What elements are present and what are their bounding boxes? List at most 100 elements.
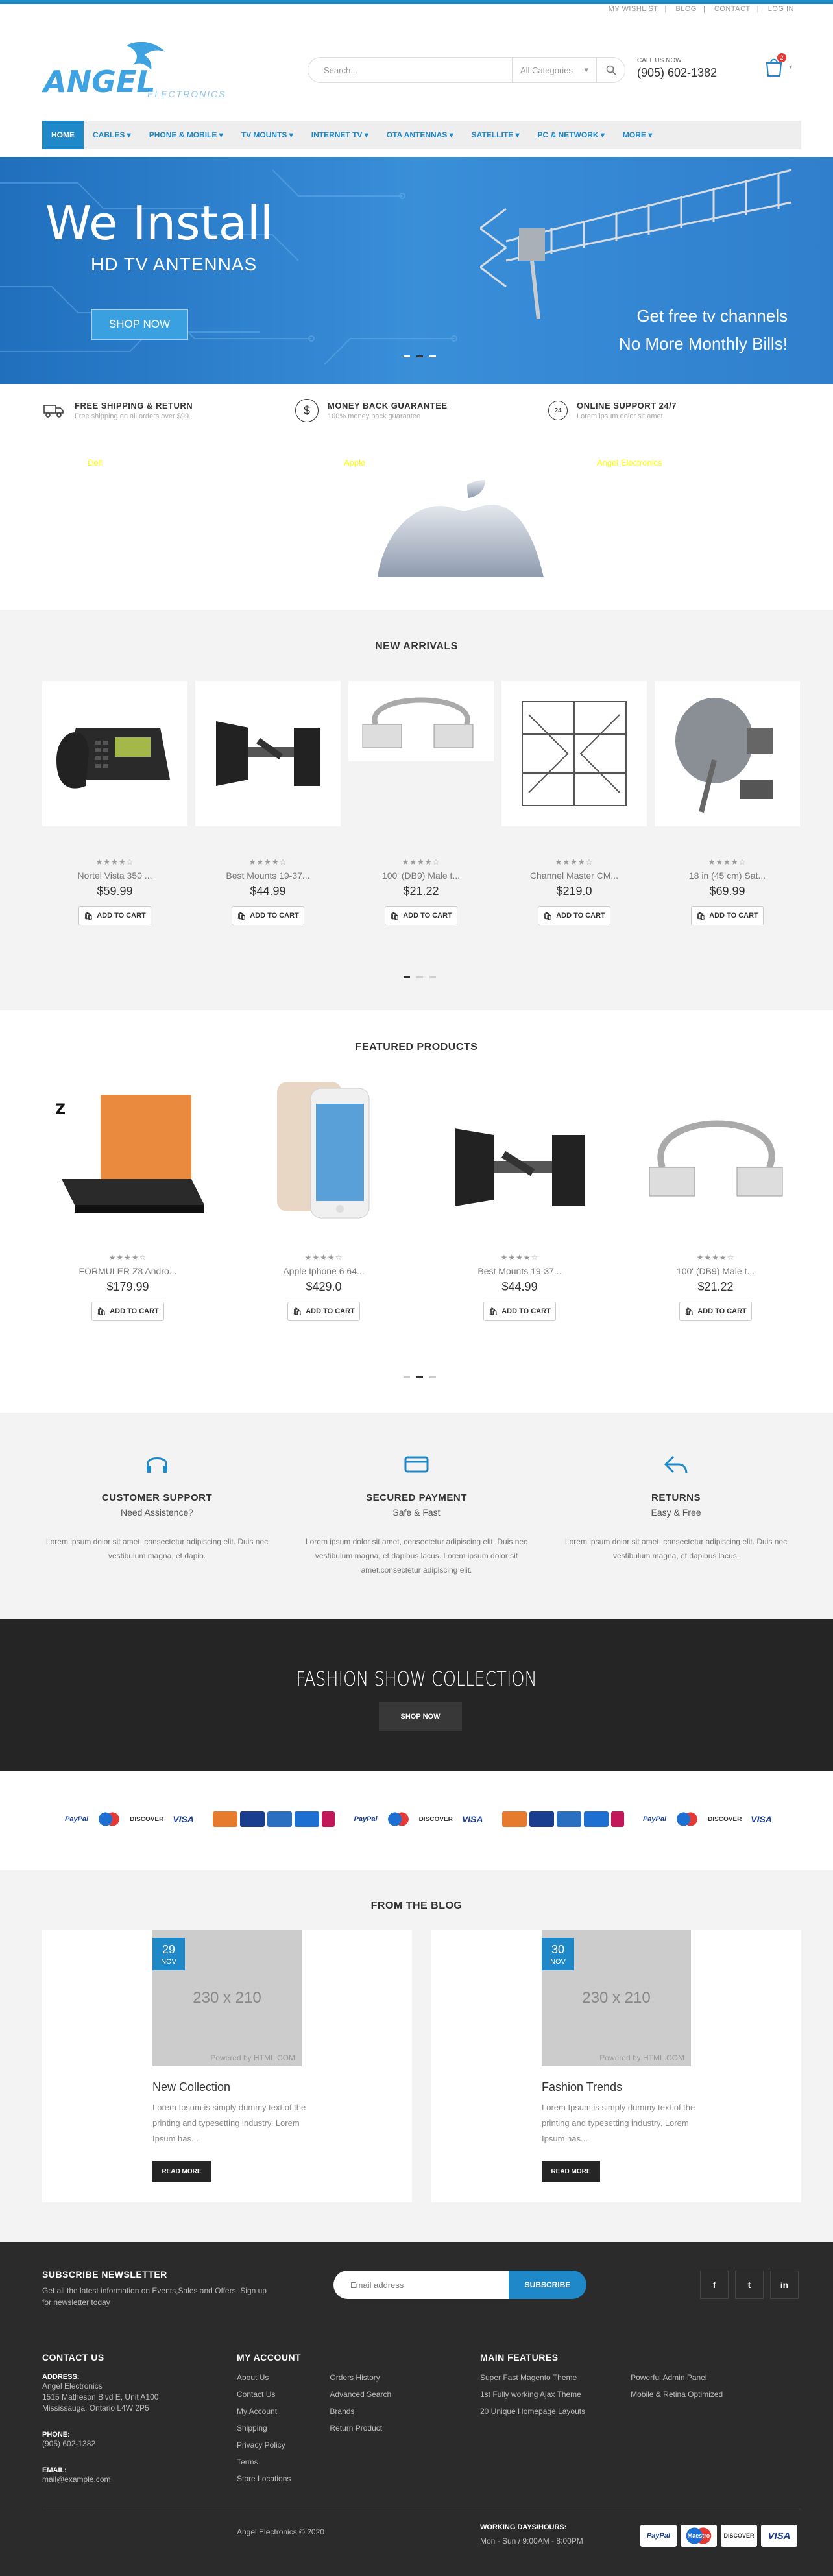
product-image-db9-cable[interactable] bbox=[630, 1082, 801, 1253]
footer-link-brands[interactable]: Brands bbox=[330, 2403, 391, 2420]
search-button[interactable] bbox=[596, 58, 625, 82]
add-to-cart-button[interactable]: 🛍 ADD TO CART bbox=[232, 906, 304, 925]
product-card[interactable]: ★★★★☆ 100' (DB9) Male t... $21.22 🛍 ADD T… bbox=[630, 1082, 801, 1321]
add-to-cart-button[interactable]: 🛍 ADD TO CART bbox=[691, 906, 764, 925]
product-image-satellite-dish[interactable] bbox=[655, 681, 800, 826]
product-image-iphone[interactable] bbox=[238, 1082, 409, 1253]
product-name[interactable]: Best Mounts 19-37... bbox=[195, 870, 341, 881]
hero-pager-dot[interactable] bbox=[404, 355, 410, 357]
product-name[interactable]: 100' (DB9) Male t... bbox=[348, 870, 494, 881]
top-link-login[interactable]: LOG IN bbox=[768, 5, 794, 13]
nav-ota-antennas[interactable]: OTA ANTENNAS ▾ bbox=[378, 121, 463, 149]
product-name[interactable]: Best Mounts 19-37... bbox=[434, 1266, 605, 1276]
nav-more[interactable]: MORE ▾ bbox=[614, 121, 661, 149]
top-link-contact[interactable]: CONTACT bbox=[714, 5, 751, 13]
nav-pc-network[interactable]: PC & NETWORK ▾ bbox=[529, 121, 614, 149]
pager-dot[interactable] bbox=[416, 1376, 423, 1378]
rating-stars: ★★★★☆ bbox=[555, 857, 594, 866]
product-card[interactable]: ★★★★☆ Channel Master CM... $219.0 🛍 ADD T… bbox=[501, 681, 647, 925]
footer-link-return[interactable]: Return Product bbox=[330, 2420, 391, 2437]
pager-dot[interactable] bbox=[429, 976, 436, 978]
product-image-db9-cable[interactable] bbox=[348, 681, 494, 761]
product-card[interactable]: ★★★★☆ Best Mounts 19-37... $44.99 🛍 ADD T… bbox=[434, 1082, 605, 1321]
site-logo[interactable]: ANGEL ELECTRONICS bbox=[42, 39, 237, 104]
nav-home[interactable]: HOME bbox=[42, 121, 84, 149]
product-image-formuler-box[interactable]: Z bbox=[42, 1082, 213, 1253]
twitter-icon[interactable]: t bbox=[735, 2271, 764, 2299]
add-to-cart-button[interactable]: 🛍 ADD TO CART bbox=[538, 906, 610, 925]
call-us-number[interactable]: (905) 602-1382 bbox=[637, 66, 717, 80]
product-image-phone[interactable] bbox=[42, 681, 187, 826]
product-card[interactable]: ★★★★☆ 18 in (45 cm) Sat... $69.99 🛍 ADD T… bbox=[655, 681, 800, 925]
product-card[interactable]: Z ★★★★☆ FORMULER Z8 Andro... $179.99 🛍 AD… bbox=[42, 1082, 213, 1321]
top-link-wishlist[interactable]: MY WISHLIST bbox=[609, 5, 658, 13]
product-image-antenna[interactable] bbox=[501, 681, 647, 826]
facebook-icon[interactable]: f bbox=[700, 2271, 729, 2299]
brand-angel[interactable]: Angel Electronics bbox=[597, 458, 662, 468]
add-to-cart-button[interactable]: 🛍 ADD TO CART bbox=[679, 1302, 752, 1321]
product-card[interactable]: ★★★★☆ Apple Iphone 6 64... $429.0 🛍 ADD T… bbox=[238, 1082, 409, 1321]
footer-feature-item[interactable]: 1st Fully working Ajax Theme bbox=[480, 2386, 585, 2403]
footer-link-account[interactable]: My Account bbox=[237, 2403, 291, 2420]
product-name[interactable]: Nortel Vista 350 ... bbox=[42, 870, 187, 881]
footer-feature-item[interactable]: Powerful Admin Panel bbox=[631, 2369, 723, 2386]
blog-post-title[interactable]: New Collection bbox=[152, 2081, 230, 2094]
hero-pager-dot[interactable] bbox=[429, 355, 436, 357]
top-link-blog[interactable]: BLOG bbox=[675, 5, 697, 13]
paypal-icon: PayPal bbox=[642, 1815, 667, 1823]
brand-apple[interactable]: Apple bbox=[344, 458, 365, 468]
footer-link-orders[interactable]: Orders History bbox=[330, 2369, 391, 2386]
product-name[interactable]: Apple Iphone 6 64... bbox=[238, 1266, 409, 1276]
footer-link-terms[interactable]: Terms bbox=[237, 2453, 291, 2470]
rating-stars: ★★★★☆ bbox=[402, 857, 441, 866]
nav-cables[interactable]: CABLES ▾ bbox=[84, 121, 140, 149]
category-select[interactable]: All Categories ▾ bbox=[512, 58, 596, 82]
brand-dell[interactable]: Dell bbox=[88, 458, 102, 468]
linkedin-icon[interactable]: in bbox=[770, 2271, 799, 2299]
product-card[interactable]: ★★★★☆ Best Mounts 19-37... $44.99 🛍 ADD T… bbox=[195, 681, 341, 925]
footer-email[interactable]: mail@example.com bbox=[42, 2474, 158, 2485]
cart-button[interactable]: 2 ▾ bbox=[763, 53, 795, 82]
product-name[interactable]: Channel Master CM... bbox=[501, 870, 647, 881]
pager-dot[interactable] bbox=[404, 1376, 410, 1378]
footer-feature-item[interactable]: 20 Unique Homepage Layouts bbox=[480, 2403, 585, 2420]
footer-link-advanced-search[interactable]: Advanced Search bbox=[330, 2386, 391, 2403]
footer-phone[interactable]: (905) 602-1382 bbox=[42, 2439, 158, 2450]
search-input[interactable]: Search... bbox=[308, 66, 512, 75]
nav-internet-tv[interactable]: INTERNET TV ▾ bbox=[302, 121, 378, 149]
add-to-cart-button[interactable]: 🛍 ADD TO CART bbox=[483, 1302, 556, 1321]
product-image-tv-mount[interactable] bbox=[434, 1082, 605, 1253]
return-arrow-icon bbox=[664, 1455, 688, 1474]
footer-link-about[interactable]: About Us bbox=[237, 2369, 291, 2386]
blog-post-title[interactable]: Fashion Trends bbox=[542, 2081, 622, 2094]
add-to-cart-button[interactable]: 🛍 ADD TO CART bbox=[287, 1302, 360, 1321]
product-card[interactable]: ★★★★☆ Nortel Vista 350 ... $59.99 🛍 ADD T… bbox=[42, 681, 187, 925]
footer-feature-item[interactable]: Super Fast Magento Theme bbox=[480, 2369, 585, 2386]
fashion-shop-now-button[interactable]: SHOP NOW bbox=[379, 1702, 462, 1731]
footer-link-shipping[interactable]: Shipping bbox=[237, 2420, 291, 2437]
hero-pager-dot[interactable] bbox=[416, 355, 423, 357]
add-to-cart-button[interactable]: 🛍 ADD TO CART bbox=[91, 1302, 164, 1321]
hero-shop-now-button[interactable]: SHOP NOW bbox=[91, 309, 188, 340]
add-to-cart-button[interactable]: 🛍 ADD TO CART bbox=[78, 906, 151, 925]
footer-link-contact[interactable]: Contact Us bbox=[237, 2386, 291, 2403]
product-card[interactable]: ★★★★☆ 100' (DB9) Male t... $21.22 🛍 ADD T… bbox=[348, 681, 494, 925]
product-name[interactable]: FORMULER Z8 Andro... bbox=[42, 1266, 213, 1276]
pager-dot[interactable] bbox=[404, 976, 410, 978]
footer-link-stores[interactable]: Store Locations bbox=[237, 2470, 291, 2487]
nav-satellite[interactable]: SATELLITE ▾ bbox=[463, 121, 529, 149]
newsletter-email-input[interactable]: Email address bbox=[333, 2271, 509, 2299]
pager-dot[interactable] bbox=[416, 976, 423, 978]
read-more-button[interactable]: READ MORE bbox=[542, 2161, 600, 2182]
product-image-tv-mount[interactable] bbox=[195, 681, 341, 826]
footer-link-privacy[interactable]: Privacy Policy bbox=[237, 2437, 291, 2453]
product-name[interactable]: 100' (DB9) Male t... bbox=[630, 1266, 801, 1276]
add-to-cart-button[interactable]: 🛍 ADD TO CART bbox=[385, 906, 457, 925]
footer-feature-item[interactable]: Mobile & Retina Optimized bbox=[631, 2386, 723, 2403]
subscribe-button[interactable]: SUBSCRIBE bbox=[509, 2271, 586, 2299]
nav-tv-mounts[interactable]: TV MOUNTS ▾ bbox=[232, 121, 302, 149]
pager-dot[interactable] bbox=[429, 1376, 436, 1378]
nav-phone-mobile[interactable]: PHONE & MOBILE ▾ bbox=[140, 121, 232, 149]
read-more-button[interactable]: READ MORE bbox=[152, 2161, 211, 2182]
product-name[interactable]: 18 in (45 cm) Sat... bbox=[655, 870, 800, 881]
